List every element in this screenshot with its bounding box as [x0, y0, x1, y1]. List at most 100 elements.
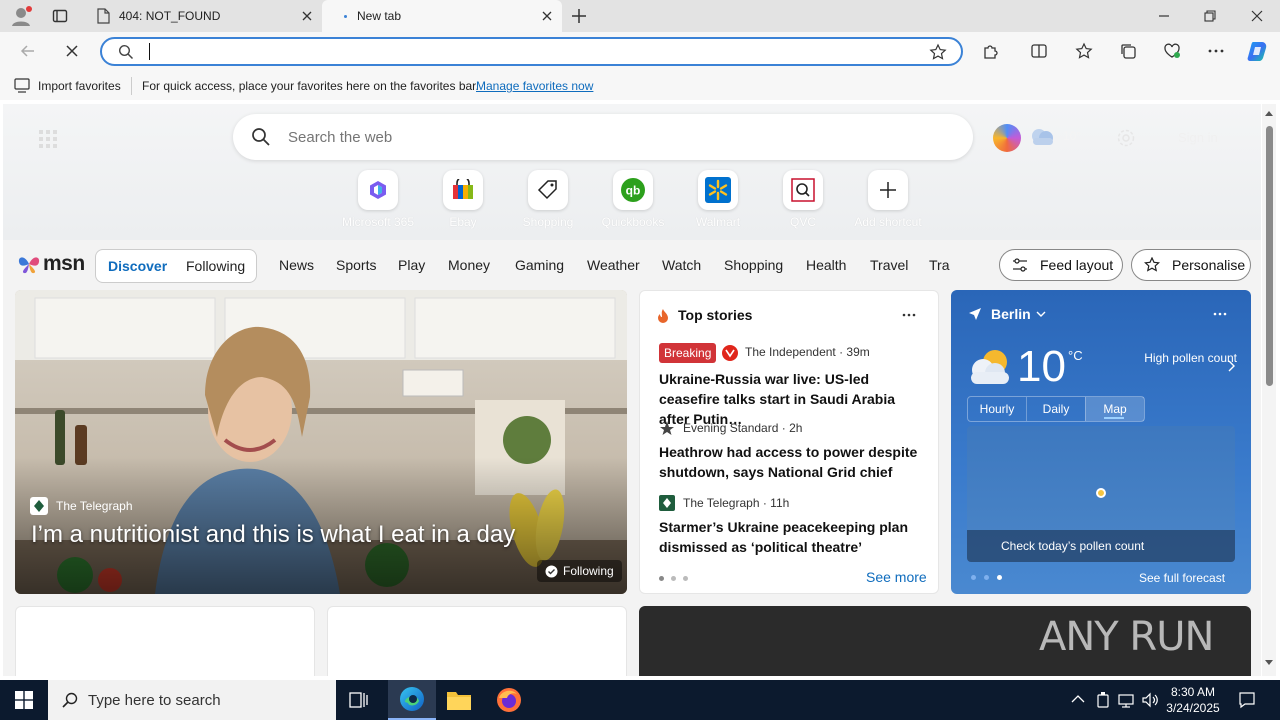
volume-icon[interactable] — [1141, 691, 1159, 709]
feed-card-dark[interactable]: ANY RUN — [639, 606, 1251, 676]
tab-404[interactable]: 404: NOT_FOUND — [84, 0, 322, 32]
tab-discover[interactable]: Discover — [108, 258, 167, 274]
chevron-right-icon[interactable] — [1227, 360, 1235, 372]
nav-gaming[interactable]: Gaming — [515, 257, 564, 273]
nav-watch[interactable]: Watch — [662, 257, 701, 273]
pollen-status[interactable]: High pollen count — [1141, 351, 1237, 366]
battery-plug-icon[interactable] — [1095, 691, 1111, 709]
sign-in-button[interactable]: Sign in — [1178, 130, 1218, 145]
tab-following[interactable]: Following — [186, 258, 245, 274]
address-input[interactable] — [152, 41, 912, 61]
hero-article-card[interactable]: The Telegraph I’m a nutritionist and thi… — [15, 290, 627, 594]
carousel-dot[interactable] — [671, 576, 676, 581]
chevron-up-icon[interactable] — [1071, 694, 1085, 704]
nav-shopping[interactable]: Shopping — [724, 257, 783, 273]
settings-gear-icon[interactable] — [1116, 128, 1136, 148]
apps-grid-icon[interactable] — [38, 129, 58, 149]
notifications-icon[interactable] — [1238, 691, 1256, 709]
nav-money[interactable]: Money — [448, 257, 490, 273]
map-caption[interactable]: Check today’s pollen count — [1001, 539, 1144, 553]
carousel-dot[interactable] — [997, 575, 1002, 580]
shortcut-shopping[interactable]: Shopping — [503, 170, 593, 229]
copilot-button[interactable] — [1245, 38, 1271, 64]
feed-layout-button[interactable]: Feed layout — [999, 249, 1123, 281]
shortcut-microsoft-365[interactable]: Microsoft 365 — [333, 170, 423, 229]
collections-button[interactable] — [1116, 39, 1140, 63]
more-dots-icon[interactable] — [902, 313, 916, 317]
close-tab-icon[interactable] — [300, 9, 314, 23]
extensions-button[interactable] — [979, 39, 1003, 63]
web-search-input[interactable] — [288, 126, 928, 148]
taskbar-search-box[interactable]: Type here to search — [48, 680, 336, 720]
add-favorite-star-icon[interactable] — [929, 43, 947, 61]
weather-carousel-dots[interactable] — [971, 575, 1002, 580]
taskbar-firefox[interactable] — [496, 687, 522, 713]
web-search-box[interactable] — [233, 114, 973, 160]
nav-news[interactable]: News — [279, 257, 314, 273]
nav-truncated[interactable]: Tra — [929, 257, 951, 273]
close-window-button[interactable] — [1249, 8, 1265, 24]
nav-play[interactable]: Play — [398, 257, 425, 273]
restore-button[interactable] — [1202, 8, 1218, 24]
scrollbar-thumb[interactable] — [1266, 126, 1273, 386]
nav-sports[interactable]: Sports — [336, 257, 376, 273]
split-screen-button[interactable] — [1027, 39, 1051, 63]
browser-essentials-button[interactable] — [1160, 39, 1184, 63]
back-button[interactable] — [16, 39, 40, 63]
nav-travel[interactable]: Travel — [870, 257, 908, 273]
address-bar[interactable] — [100, 37, 963, 66]
shortcut-quickbooks[interactable]: qb Quickbooks — [588, 170, 678, 229]
personalise-button[interactable]: Personalise — [1131, 249, 1251, 281]
see-more-link[interactable]: See more — [866, 569, 927, 585]
tab-hourly[interactable]: Hourly — [968, 397, 1026, 421]
weather-cloud-icon[interactable] — [1028, 127, 1056, 147]
story-headline[interactable]: Ukraine-Russia war live: US-led ceasefir… — [659, 369, 929, 429]
full-forecast-link[interactable]: See full forecast — [1139, 571, 1225, 585]
stop-loading-button[interactable] — [60, 39, 84, 63]
favorites-button[interactable] — [1072, 39, 1096, 63]
header-weather-temp[interactable]: 10° — [1063, 129, 1081, 143]
profile-avatar[interactable] — [10, 5, 32, 27]
taskbar-file-explorer[interactable] — [446, 688, 472, 712]
msn-logo[interactable]: msn — [17, 252, 85, 276]
tab-new-tab[interactable]: New tab — [322, 0, 562, 32]
settings-more-button[interactable] — [1204, 39, 1228, 63]
carousel-dot[interactable] — [683, 576, 688, 581]
nav-weather[interactable]: Weather — [587, 257, 640, 273]
following-badge[interactable]: Following — [537, 560, 622, 582]
feed-card-placeholder[interactable] — [327, 606, 627, 676]
pollen-map[interactable]: Check today’s pollen count — [967, 426, 1235, 562]
network-icon[interactable] — [1117, 691, 1135, 709]
carousel-dots[interactable] — [659, 576, 688, 581]
clock[interactable]: 8:30 AM 3/24/2025 — [1164, 684, 1222, 716]
task-view-button[interactable] — [348, 690, 370, 710]
more-dots-icon[interactable] — [1213, 312, 1227, 316]
minimize-button[interactable] — [1156, 9, 1172, 23]
nav-health[interactable]: Health — [806, 257, 846, 273]
manage-favorites-link[interactable]: Manage favorites now — [476, 79, 593, 93]
new-tab-button[interactable] — [570, 7, 588, 25]
shortcut-add[interactable]: Add shortcut — [843, 170, 933, 229]
tab-daily[interactable]: Daily — [1026, 397, 1085, 421]
article-headline[interactable]: I’m a nutritionist and this is what I ea… — [31, 521, 515, 549]
copilot-rewards-icon[interactable] — [993, 124, 1021, 152]
page-scrollbar[interactable] — [1262, 104, 1276, 676]
scroll-down-icon[interactable] — [1265, 660, 1273, 666]
close-tab-icon[interactable] — [540, 9, 554, 23]
story-headline[interactable]: Starmer’s Ukraine peacekeeping plan dism… — [659, 517, 929, 557]
shortcut-walmart[interactable]: Walmart — [673, 170, 763, 229]
feed-card-placeholder[interactable] — [15, 606, 315, 676]
start-button[interactable] — [0, 680, 48, 720]
taskbar-edge[interactable] — [388, 680, 436, 720]
tab-actions-button[interactable] — [52, 8, 68, 24]
weather-unit[interactable]: °C — [1068, 348, 1083, 363]
story-headline[interactable]: Heathrow had access to power despite shu… — [659, 442, 929, 482]
import-favorites-button[interactable]: Import favorites — [38, 79, 121, 93]
carousel-dot[interactable] — [971, 575, 976, 580]
shortcut-ebay[interactable]: Ebay — [418, 170, 508, 229]
chevron-down-icon[interactable] — [1036, 311, 1046, 318]
carousel-dot[interactable] — [984, 575, 989, 580]
scroll-up-icon[interactable] — [1265, 110, 1273, 116]
weather-city[interactable]: Berlin — [991, 306, 1031, 322]
carousel-dot[interactable] — [659, 576, 664, 581]
